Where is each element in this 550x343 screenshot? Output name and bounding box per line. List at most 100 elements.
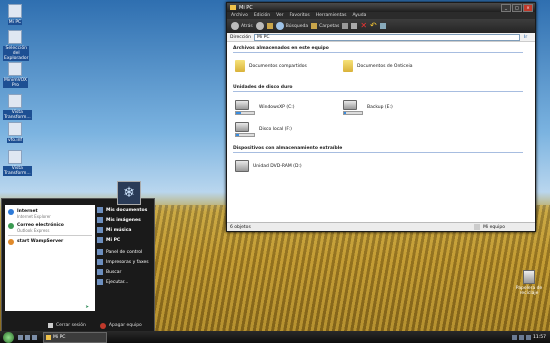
start-item-wampserver[interactable]: start WampServer xyxy=(8,239,63,245)
desktop-icon-vista-transform-2[interactable]: Vista Transform... xyxy=(3,150,32,176)
window-titlebar[interactable]: Mi PC _ □ × xyxy=(227,3,535,12)
desktop-icon-vfo-inf[interactable]: vfo.inf xyxy=(3,122,27,143)
shutdown-button[interactable]: Apagar equipo xyxy=(99,322,142,329)
desktop-icon-vista-transform-1[interactable]: Vista Transform... xyxy=(3,94,32,120)
computer-icon xyxy=(97,237,103,243)
browser-icon[interactable] xyxy=(25,334,30,340)
start-item-control-panel[interactable]: Panel de control xyxy=(97,247,153,257)
desktop-icon-mi-pc[interactable]: Mi PC xyxy=(3,4,27,25)
status-zone: Mi equipo xyxy=(474,224,505,230)
folder-item-shared-documents[interactable]: Documentos compartidos xyxy=(235,60,307,72)
menu-favoritos[interactable]: Favoritos xyxy=(289,13,309,18)
desktop-icon-recycle-bin[interactable]: Papelera de reciclaje xyxy=(512,270,546,296)
back-button[interactable]: Atrás xyxy=(231,22,253,30)
start-item-printers[interactable]: Impresoras y faxes xyxy=(97,257,153,267)
drive-item-dvd[interactable]: Unidad DVD-RAM (D:) xyxy=(235,160,302,172)
start-menu-right-pane: Mis documentos Mis imágenes Mi música Mi… xyxy=(97,205,153,287)
start-item-run[interactable]: Ejecutar... xyxy=(97,277,153,287)
folder-icon[interactable] xyxy=(32,334,37,340)
network-icon[interactable] xyxy=(512,334,518,340)
taskbar-button-mi-pc[interactable]: Mi PC xyxy=(43,331,107,343)
recycle-bin-icon xyxy=(523,270,535,284)
folder-item-onticeia-documents[interactable]: Documentos de Onticeia xyxy=(343,60,413,72)
explorer-icon xyxy=(8,30,22,44)
logoff-button[interactable]: Cerrar sesión xyxy=(48,323,86,328)
folder-icon xyxy=(230,5,236,10)
control-panel-icon xyxy=(97,249,103,255)
quick-launch xyxy=(18,334,37,340)
file-list: Archivos almacenados en este equipo Docu… xyxy=(227,42,535,220)
search-icon xyxy=(97,269,103,275)
views-icon xyxy=(379,23,386,29)
transform-icon xyxy=(8,150,22,164)
menu-ver[interactable]: Ver xyxy=(276,13,283,18)
start-item-search[interactable]: Buscar xyxy=(97,267,153,277)
menu-bar: Archivo Edición Ver Favoritos Herramient… xyxy=(227,12,535,19)
close-button[interactable]: × xyxy=(523,3,533,12)
search-button[interactable]: Búsqueda xyxy=(275,22,308,30)
section-hard-drives: Unidades de disco duro xyxy=(233,85,521,92)
copy-to-button[interactable] xyxy=(351,23,358,29)
start-item-my-pictures[interactable]: Mis imágenes xyxy=(97,215,153,225)
hard-drive-icon xyxy=(343,100,357,110)
drive-usage-bar xyxy=(235,133,255,137)
start-item-email[interactable]: Correo electrónico Outlook Express xyxy=(8,223,64,233)
start-item-my-documents[interactable]: Mis documentos xyxy=(97,205,153,215)
start-menu-divider xyxy=(8,235,92,236)
all-programs-button[interactable]: Todos los programas ➤ xyxy=(19,305,89,310)
up-folder-button[interactable] xyxy=(266,23,273,29)
undo-icon: ↶ xyxy=(370,21,377,30)
volume-icon[interactable] xyxy=(519,334,525,340)
drive-item-e[interactable]: Backup (E:) xyxy=(343,100,393,115)
start-menu-left-pane: Internet Internet Explorer Correo electr… xyxy=(5,205,95,311)
back-arrow-icon xyxy=(231,22,239,30)
folders-icon xyxy=(311,23,318,29)
up-folder-icon xyxy=(266,23,273,29)
status-object-count: 6 objetos xyxy=(230,224,251,230)
maximize-button[interactable]: □ xyxy=(512,3,522,12)
drive-item-c[interactable]: WindowsXP (C:) xyxy=(235,100,294,115)
desktop-icon-minimvox[interactable]: MinimVOX Pro xyxy=(3,62,28,88)
taskbar: Mi PC 11:57 xyxy=(0,331,550,343)
menu-herramientas[interactable]: Herramientas xyxy=(316,13,347,18)
transform-icon xyxy=(8,94,22,108)
address-input[interactable]: Mi PC xyxy=(254,33,521,41)
show-desktop-icon[interactable] xyxy=(18,334,23,340)
delete-icon: ✕ xyxy=(360,21,368,30)
menu-ayuda[interactable]: Ayuda xyxy=(352,13,366,18)
views-button[interactable] xyxy=(379,23,386,29)
computer-icon xyxy=(8,4,22,18)
move-to-button[interactable] xyxy=(342,23,349,29)
start-button[interactable] xyxy=(3,331,14,343)
folders-button[interactable]: Carpetas xyxy=(311,23,339,29)
section-removable-storage: Dispositivos con almacenamiento extraíbl… xyxy=(233,146,524,153)
go-button[interactable]: Ir xyxy=(524,35,527,40)
security-icon[interactable] xyxy=(526,334,532,340)
snowflake-icon: ❄ xyxy=(123,185,135,201)
undo-button[interactable]: ↶ xyxy=(370,22,377,30)
file-icon xyxy=(8,122,22,136)
user-picture[interactable]: ❄ xyxy=(117,181,141,205)
drive-item-f[interactable]: Disco local (F:) xyxy=(235,122,292,137)
hard-drive-icon xyxy=(235,100,249,110)
start-item-my-pc[interactable]: Mi PC xyxy=(97,235,153,245)
menu-edicion[interactable]: Edición xyxy=(254,13,270,18)
search-icon xyxy=(275,22,284,30)
clock[interactable]: 11:57 xyxy=(533,335,546,340)
drive-usage-bar xyxy=(343,111,363,115)
drive-usage-bar xyxy=(235,111,255,115)
power-icon xyxy=(99,322,106,329)
audio-app-icon xyxy=(8,62,22,76)
desktop-icon-explorer[interactable]: Selección del Explorador xyxy=(3,30,30,61)
start-item-internet[interactable]: Internet Internet Explorer xyxy=(8,209,51,219)
delete-button[interactable]: ✕ xyxy=(360,22,367,30)
system-tray: 11:57 xyxy=(512,334,546,340)
minimize-button[interactable]: _ xyxy=(501,3,511,12)
forward-button[interactable] xyxy=(255,22,264,30)
documents-icon xyxy=(97,207,103,213)
start-item-my-music[interactable]: Mi música xyxy=(97,225,153,235)
printer-icon xyxy=(97,259,103,265)
address-bar: Dirección Mi PC Ir xyxy=(227,33,535,42)
run-icon xyxy=(97,279,103,285)
menu-archivo[interactable]: Archivo xyxy=(231,13,248,18)
